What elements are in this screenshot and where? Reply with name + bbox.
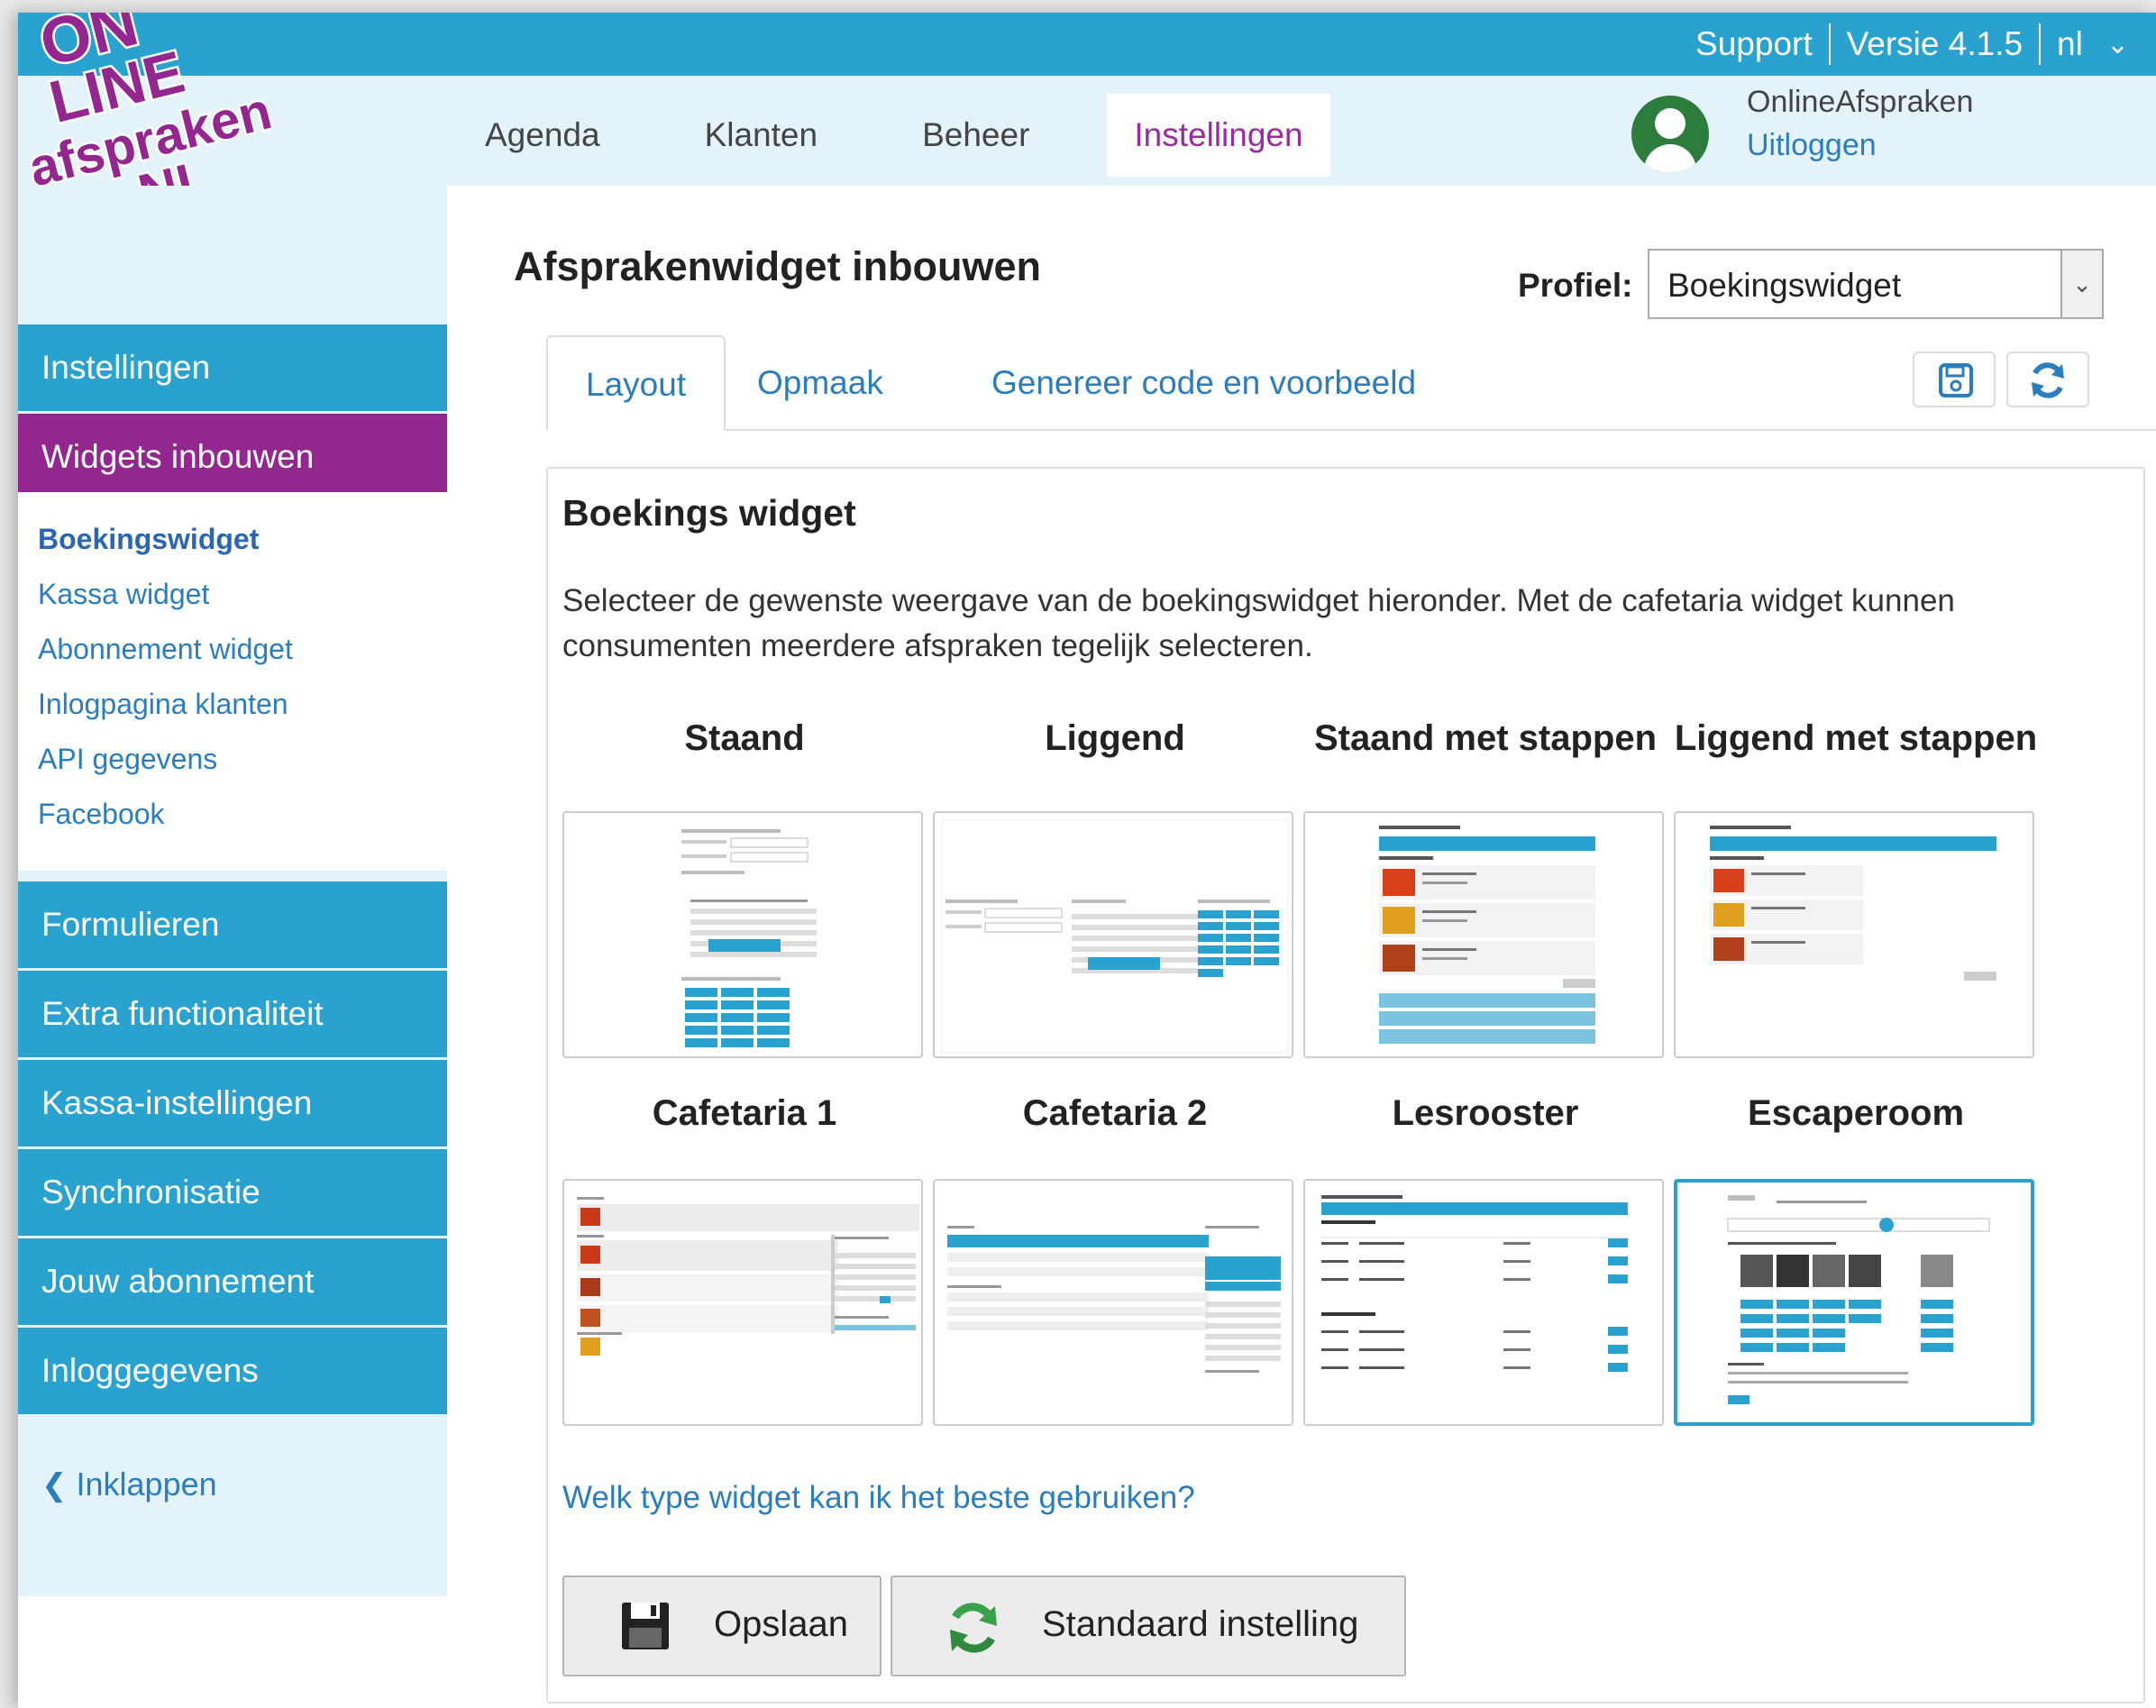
subnav-facebook[interactable]: Facebook [38, 798, 165, 831]
subnav-boekingswidget[interactable]: Boekingswidget [38, 523, 259, 556]
separator [2039, 23, 2042, 65]
floppy-disk-icon [1939, 363, 1973, 397]
panel-title: Boekings widget [562, 492, 856, 534]
default-settings-label: Standaard instelling [1042, 1604, 1359, 1644]
widget-option-liggend-met-stappen[interactable] [1674, 811, 2034, 1058]
collapse-label: Inklappen [76, 1466, 217, 1502]
user-avatar-icon [1631, 96, 1709, 173]
collapse-button[interactable]: ❮ Inklappen [41, 1466, 217, 1503]
sidebar: Instellingen Widgets inbouwen Boekingswi… [18, 186, 447, 1596]
option-label-liggend-met-stappen: Liggend met stappen [1674, 718, 2038, 758]
option-label-staand: Staand [684, 718, 805, 758]
app-window: Support Versie 4.1.5 nl ⌄ Agenda Klanten… [18, 13, 2156, 1708]
sidebar-item-widgets-inbouwen[interactable]: Widgets inbouwen [18, 414, 447, 500]
sidebar-item-jouw-abonnement[interactable]: Jouw abonnement [18, 1238, 447, 1325]
widget-option-escaperoom[interactable] [1674, 1179, 2034, 1426]
chevron-down-icon[interactable]: ⌄ [2060, 251, 2102, 317]
widget-option-cafetaria-2[interactable] [933, 1179, 1293, 1426]
option-label-cafetaria-2: Cafetaria 2 [1022, 1093, 1208, 1133]
sidebar-item-kassa-instellingen[interactable]: Kassa-instellingen [18, 1060, 447, 1146]
nav-beheer[interactable]: Beheer [895, 94, 1056, 177]
subnav-kassa-widget[interactable]: Kassa widget [38, 578, 209, 611]
profile-label: Profiel: [1518, 267, 1633, 304]
tab-layout[interactable]: Layout [546, 335, 726, 431]
tab-opmaak[interactable]: Opmaak [757, 335, 883, 431]
subnav-inlogpagina-klanten[interactable]: Inlogpagina klanten [38, 688, 288, 721]
sidebar-item-instellingen[interactable]: Instellingen [18, 324, 447, 411]
language-selector[interactable]: nl [2057, 25, 2083, 63]
floppy-disk-icon [622, 1603, 669, 1649]
widget-option-cafetaria-1[interactable] [562, 1179, 923, 1426]
version-label: Versie 4.1.5 [1846, 25, 2024, 62]
save-icon-button[interactable] [1913, 352, 1996, 407]
refresh-icon [950, 1603, 997, 1653]
chevron-left-icon: ❮ [41, 1468, 68, 1502]
sidebar-item-synchronisatie[interactable]: Synchronisatie [18, 1149, 447, 1236]
refresh-icon-button[interactable] [2006, 352, 2089, 407]
subnav-abonnement-widget[interactable]: Abonnement widget [38, 633, 293, 666]
profile-select[interactable]: Boekingswidget ⌄ [1648, 249, 2104, 319]
top-bar: Support Versie 4.1.5 nl ⌄ [18, 13, 2156, 76]
main-nav: Agenda Klanten Beheer Instellingen [458, 94, 1381, 177]
separator [1828, 23, 1831, 65]
option-label-cafetaria-1: Cafetaria 1 [652, 1093, 837, 1133]
subnav-api-gegevens[interactable]: API gegevens [38, 743, 217, 776]
panel-description: Selecteer de gewenste weergave van de bo… [562, 583, 1955, 663]
sidebar-subnav: Boekingswidget Kassa widget Abonnement w… [18, 492, 447, 871]
nav-instellingen[interactable]: Instellingen [1107, 94, 1330, 177]
logout-link[interactable]: Uitloggen [1747, 128, 1877, 163]
help-link[interactable]: Welk type widget kan ik het beste gebrui… [562, 1480, 1195, 1516]
page-title: Afsprakenwidget inbouwen [514, 243, 1042, 289]
refresh-icon [2032, 362, 2064, 398]
sidebar-item-extra-functionaliteit[interactable]: Extra functionaliteit [18, 971, 447, 1057]
widget-option-staand-met-stappen[interactable] [1303, 811, 1664, 1058]
save-button[interactable]: Opslaan [562, 1576, 882, 1676]
tab-genereer-code[interactable]: Genereer code en voorbeeld [991, 335, 1416, 431]
top-links: Support Versie 4.1.5 nl ⌄ [1695, 13, 2129, 76]
option-label-liggend: Liggend [1045, 718, 1185, 758]
widget-option-lesrooster[interactable] [1303, 1179, 1664, 1426]
header: Agenda Klanten Beheer Instellingen Onlin… [18, 76, 2156, 186]
user-menu: OnlineAfspraken Uitloggen [1631, 85, 2136, 175]
chevron-down-icon[interactable]: ⌄ [2106, 29, 2129, 60]
option-label-staand-met-stappen: Staand met stappen [1313, 718, 1658, 758]
save-button-label: Opslaan [714, 1604, 848, 1644]
option-label-lesrooster: Lesrooster [1392, 1093, 1579, 1133]
support-link[interactable]: Support [1695, 25, 1813, 63]
option-label-escaperoom: Escaperoom [1747, 1093, 1965, 1133]
widget-panel: Boekings widget Selecteer de gewenste we… [546, 467, 2145, 1703]
user-name: OnlineAfspraken [1747, 85, 1974, 119]
nav-klanten[interactable]: Klanten [678, 94, 845, 177]
default-settings-button[interactable]: Standaard instelling [891, 1576, 1406, 1676]
sidebar-item-formulieren[interactable]: Formulieren [18, 881, 447, 968]
widget-option-liggend[interactable] [933, 811, 1293, 1058]
nav-agenda[interactable]: Agenda [458, 94, 627, 177]
profile-select-value: Boekingswidget [1667, 267, 1902, 304]
sidebar-item-inloggegevens[interactable]: Inloggegevens [18, 1328, 447, 1414]
widget-option-staand[interactable] [562, 811, 923, 1058]
